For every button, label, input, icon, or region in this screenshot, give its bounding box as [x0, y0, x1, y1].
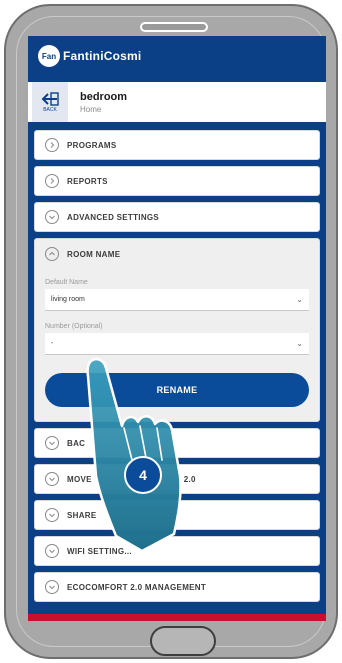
logo-mark: Fan — [38, 45, 60, 67]
menu-label: PROGRAMS — [67, 140, 117, 150]
step-number-badge: 4 — [124, 456, 162, 494]
menu-label: ADVANCED SETTINGS — [67, 212, 160, 222]
back-arrow-icon — [41, 91, 59, 106]
menu-label: ECOCOMFORT 2.0 MANAGEMENT — [67, 582, 207, 592]
chevron-down-icon — [45, 436, 59, 450]
chevron-right-icon — [45, 138, 59, 152]
default-name-label: Default Name — [45, 279, 88, 286]
logo-text: FantiniCosmi — [63, 49, 142, 63]
number-value: - — [51, 340, 54, 347]
chevron-down-icon — [45, 472, 59, 486]
default-name-select[interactable]: living room ⌄ — [45, 289, 309, 311]
chevron-down-icon — [45, 210, 59, 224]
number-label: Number (Optional) — [45, 323, 103, 330]
menu-label: ROOM NAME — [67, 249, 121, 259]
tap-hand-icon — [86, 357, 182, 551]
phone-home-button[interactable] — [150, 626, 216, 656]
number-select[interactable]: - ⌄ — [45, 333, 309, 355]
chevron-down-icon — [45, 508, 59, 522]
room-title: bedroom — [80, 90, 128, 103]
chevron-up-icon — [45, 247, 59, 261]
back-label: BACK — [43, 106, 57, 113]
default-name-value: living room — [51, 296, 85, 303]
chevron-right-icon — [45, 174, 59, 188]
brand-logo: Fan FantiniCosmi — [38, 45, 141, 67]
menu-item-advanced-settings[interactable]: ADVANCED SETTINGS — [34, 202, 320, 232]
chevron-down-icon — [45, 580, 59, 594]
menu-item-reports[interactable]: REPORTS — [34, 166, 320, 196]
back-button[interactable]: BACK — [32, 82, 68, 122]
chevron-down-icon: ⌄ — [296, 295, 303, 304]
chevron-down-icon: ⌄ — [296, 339, 303, 348]
chevron-down-icon — [45, 544, 59, 558]
app-header: Fan FantiniCosmi — [28, 36, 326, 76]
menu-item-programs[interactable]: PROGRAMS — [34, 130, 320, 160]
room-bar: BACK bedroom Home — [28, 82, 326, 122]
phone-speaker — [140, 22, 208, 32]
menu-item-ecocomfort[interactable]: ECOCOMFORT 2.0 MANAGEMENT — [34, 572, 320, 602]
bottom-accent-bar — [28, 614, 326, 621]
room-name-header[interactable]: ROOM NAME — [35, 239, 319, 269]
room-subtitle: Home — [80, 104, 102, 114]
menu-label: REPORTS — [67, 176, 108, 186]
